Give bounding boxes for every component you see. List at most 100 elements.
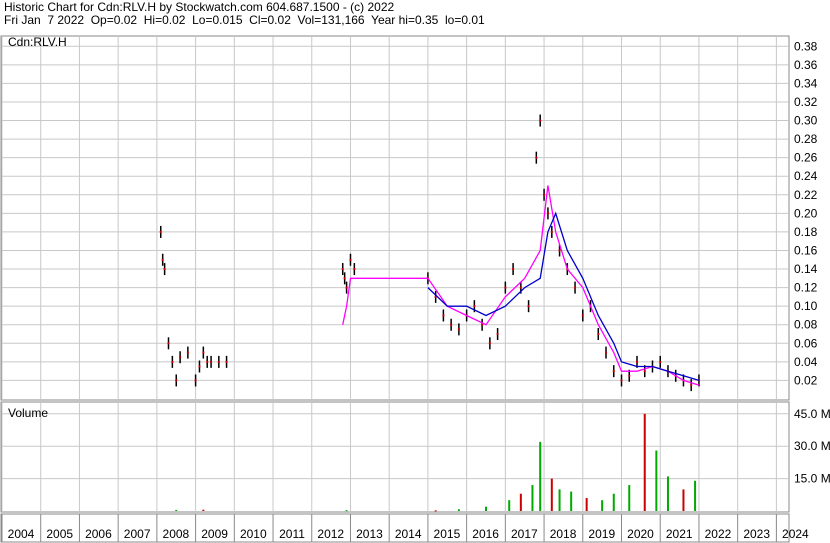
volume-bars (175, 413, 697, 512)
price-tick-label: 0.38 (794, 39, 818, 53)
year-axis-labels: 2004 2005 2006 2007 2008 2009 2010 2011 2012 2013… (8, 527, 809, 541)
price-close-mark (527, 305, 530, 308)
price-close-mark (161, 258, 164, 261)
price-close-mark (488, 342, 491, 345)
year-tick-label: 2011 (279, 527, 305, 541)
price-close-mark (643, 370, 646, 373)
moving-average-long-line (427, 211, 700, 382)
price-close-mark (171, 360, 174, 363)
price-close-mark (574, 286, 577, 289)
volume-bar (612, 493, 615, 511)
year-tick-label: 2004 (8, 527, 35, 541)
volume-bar (457, 509, 460, 511)
volume-bar (655, 450, 658, 511)
price-close-mark (198, 365, 201, 368)
price-close-mark (202, 351, 205, 354)
price-tick-label: 0.06 (794, 336, 818, 350)
price-close-mark (496, 333, 499, 336)
price-close-mark (341, 268, 344, 271)
price-tick-label: 0.16 (794, 243, 818, 257)
price-close-mark (349, 258, 352, 261)
price-tick-label: 0.26 (794, 151, 818, 165)
price-close-mark (504, 286, 507, 289)
year-tick-label: 2018 (550, 527, 577, 541)
price-tick-label: 0.20 (794, 206, 818, 220)
price-close-mark (628, 374, 631, 377)
price-axis-labels: 0.38 0.36 0.34 0.32 0.30 0.28 0.26 0.24 0.22 0.20… (794, 39, 818, 387)
price-tick-label: 0.22 (794, 188, 818, 202)
price-close-mark (535, 156, 538, 159)
price-close-mark (620, 379, 623, 382)
year-tick-label: 2020 (627, 527, 654, 541)
volume-bar (175, 509, 178, 511)
price-close-mark (159, 230, 162, 233)
volume-bar (570, 491, 573, 511)
price-close-mark (450, 323, 453, 326)
price-tick-label: 0.12 (794, 281, 818, 295)
price-close-mark (659, 360, 662, 363)
price-close-mark (597, 333, 600, 336)
price-close-mark (186, 351, 189, 354)
price-close-mark (167, 342, 170, 345)
volume-bar (643, 413, 646, 511)
price-close-mark (353, 268, 356, 271)
volume-bar (628, 485, 631, 511)
year-tick-label: 2023 (743, 527, 770, 541)
volume-bar (531, 485, 534, 511)
price-tick-label: 0.32 (794, 95, 818, 109)
price-close-mark (473, 305, 476, 308)
price-bars (159, 114, 700, 392)
price-close-mark (581, 314, 584, 317)
price-close-mark (343, 277, 346, 280)
price-close-mark (539, 119, 542, 122)
volume-tick-label: 15.0 M (794, 472, 830, 486)
price-close-mark (612, 370, 615, 373)
price-tick-label: 0.28 (794, 132, 818, 146)
volume-bar (202, 509, 205, 511)
price-close-mark (217, 360, 220, 363)
price-tick-label: 0.18 (794, 225, 818, 239)
price-panel-label: Cdn:RLV.H (8, 35, 67, 49)
price-close-mark (210, 360, 213, 363)
price-tick-label: 0.36 (794, 58, 818, 72)
year-tick-label: 2005 (46, 527, 73, 541)
year-tick-label: 2022 (705, 527, 732, 541)
price-close-mark (163, 268, 166, 271)
volume-bar (519, 493, 522, 511)
price-close-mark (457, 328, 460, 331)
price-tick-label: 0.24 (794, 169, 818, 183)
price-tick-label: 0.10 (794, 299, 818, 313)
price-close-mark (206, 360, 209, 363)
year-tick-label: 2014 (395, 527, 422, 541)
volume-bar (345, 510, 348, 512)
volume-bar (558, 489, 561, 511)
volume-bar (539, 441, 542, 511)
volume-bar (682, 489, 685, 511)
price-panel-frame (0, 35, 790, 401)
price-close-mark (194, 379, 197, 382)
volume-bar (601, 500, 604, 511)
volume-bar (666, 476, 669, 511)
price-tick-label: 0.04 (794, 355, 818, 369)
price-close-mark (690, 384, 693, 387)
price-volume-chart: 0.38 0.36 0.34 0.32 0.30 0.28 0.26 0.24 0.22 0.20… (0, 35, 830, 543)
price-tick-label: 0.08 (794, 318, 818, 332)
price-close-mark (519, 286, 522, 289)
volume-axis-labels: 45.0 M 30.0 M 15.0 M (794, 407, 830, 486)
price-close-mark (481, 323, 484, 326)
year-tick-label: 2008 (163, 527, 190, 541)
price-close-mark (175, 379, 178, 382)
year-tick-label: 2010 (240, 527, 267, 541)
year-tick-label: 2019 (588, 527, 615, 541)
price-close-mark (543, 193, 546, 196)
year-tick-label: 2015 (434, 527, 461, 541)
year-tick-label: 2021 (666, 527, 693, 541)
volume-bar (694, 480, 697, 511)
volume-panel-frame (0, 401, 790, 513)
price-close-mark (225, 360, 228, 363)
price-tick-label: 0.14 (794, 262, 818, 276)
year-tick-label: 2016 (472, 527, 499, 541)
price-tick-label: 0.02 (794, 373, 818, 387)
volume-bar (484, 506, 487, 511)
year-tick-label: 2024 (782, 527, 809, 541)
